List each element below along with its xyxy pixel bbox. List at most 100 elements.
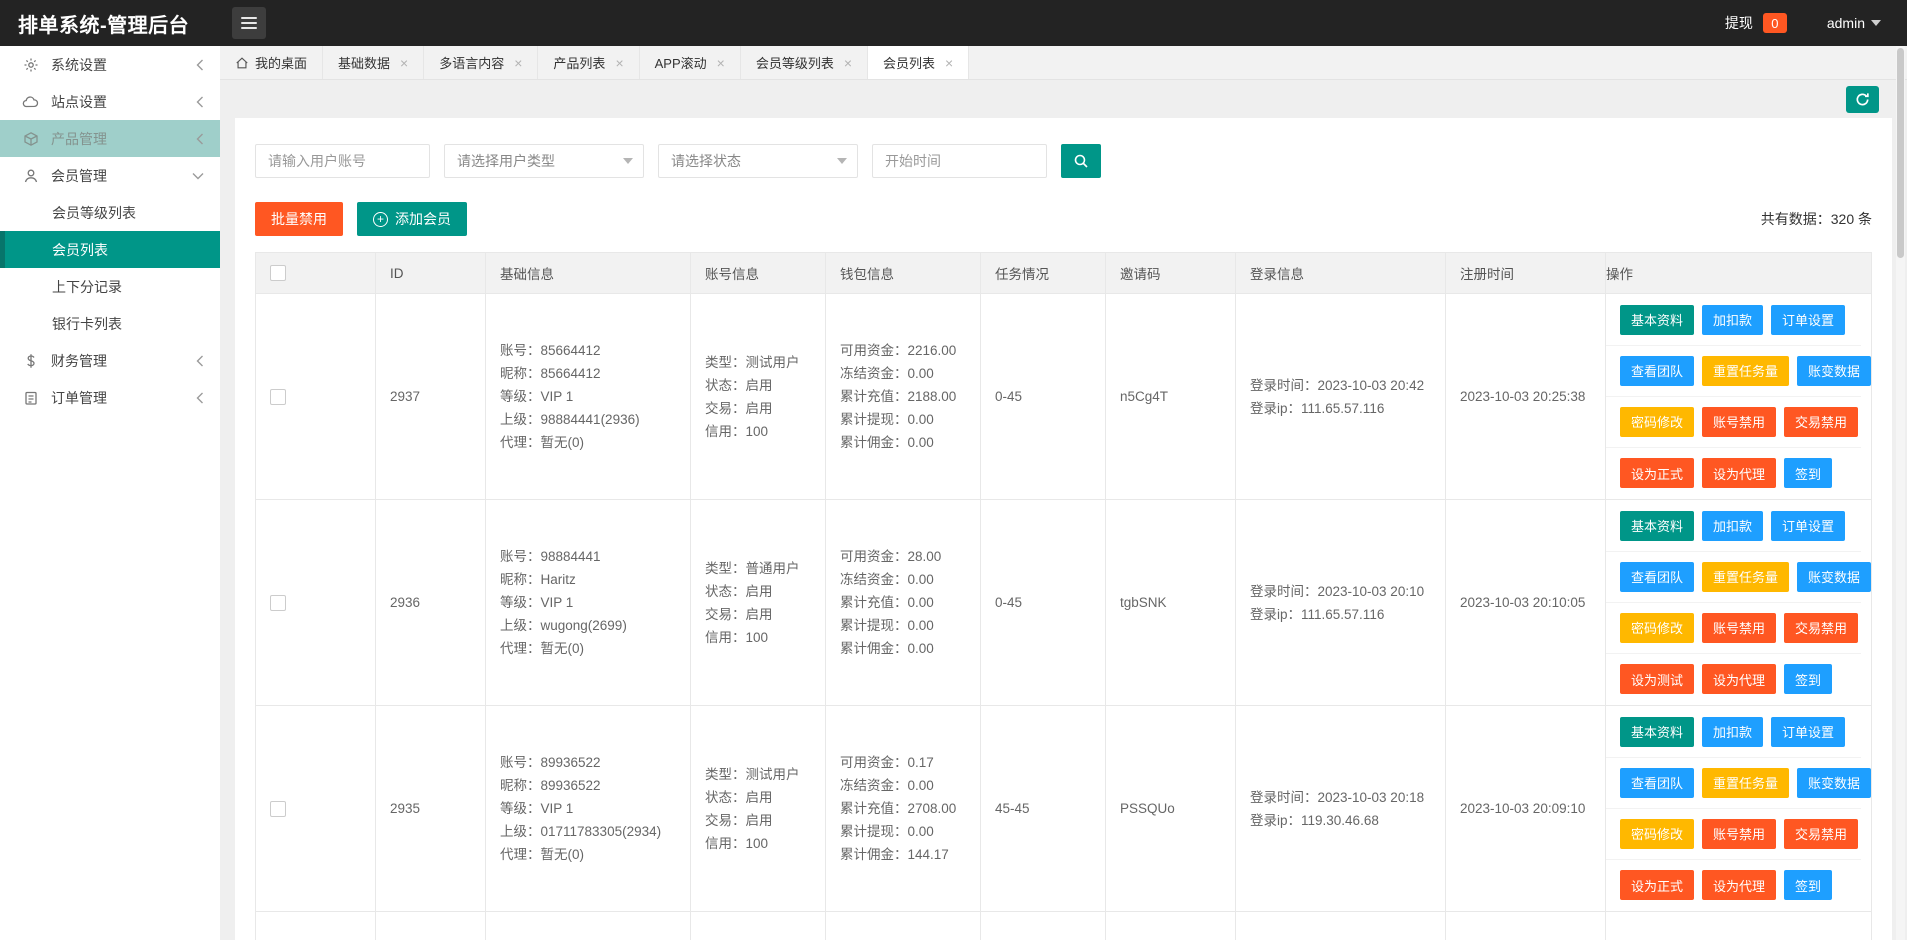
close-icon[interactable]: × <box>514 56 522 70</box>
login-info-cell: 登录时间：2023-10-03 20:42登录ip：111.65.57.116 <box>1236 294 1446 499</box>
tab-产品列表[interactable]: 产品列表× <box>538 46 639 79</box>
table-header-row: ID基础信息账号信息钱包信息任务情况邀请码登录信息注册时间操作 <box>256 253 1871 294</box>
start-time-input[interactable] <box>872 144 1047 178</box>
op-button-加扣款[interactable]: 加扣款 <box>1702 717 1763 747</box>
chevron-down-icon <box>623 158 633 164</box>
refresh-icon <box>1855 92 1870 107</box>
op-button-设为代理[interactable]: 设为代理 <box>1702 664 1776 694</box>
sidebar-subitem-上下分记录[interactable]: 上下分记录 <box>0 268 220 305</box>
op-button-订单设置[interactable]: 订单设置 <box>1771 305 1845 335</box>
op-button-交易禁用[interactable]: 交易禁用 <box>1784 819 1858 849</box>
search-button[interactable] <box>1061 144 1101 178</box>
close-icon[interactable]: × <box>945 56 953 70</box>
tab-多语言内容[interactable]: 多语言内容 × <box>424 46 538 79</box>
op-button-加扣款[interactable]: 加扣款 <box>1702 305 1763 335</box>
op-button-密码修改[interactable]: 密码修改 <box>1620 613 1694 643</box>
sidebar-item-财务管理[interactable]: 财务管理 <box>0 342 220 379</box>
info-line: 交易：启用 <box>705 397 825 420</box>
op-button-重置任务量[interactable]: 重置任务量 <box>1702 562 1789 592</box>
sidebar-item-站点设置[interactable]: 站点设置 <box>0 83 220 120</box>
row-checkbox[interactable] <box>270 389 286 405</box>
add-member-button[interactable]: + 添加会员 <box>357 202 467 236</box>
sidebar-item-系统设置[interactable]: 系统设置 <box>0 46 220 83</box>
scrollbar-thumb[interactable] <box>1897 48 1904 258</box>
add-member-label: 添加会员 <box>395 209 451 229</box>
sidebar-subitem-银行卡列表[interactable]: 银行卡列表 <box>0 305 220 342</box>
withdraw-count-badge[interactable]: 0 <box>1763 13 1787 33</box>
op-button-账号禁用[interactable]: 账号禁用 <box>1702 407 1776 437</box>
status-select[interactable]: 请选择状态 <box>658 144 858 178</box>
op-button-订单设置[interactable]: 订单设置 <box>1771 511 1845 541</box>
op-button-查看团队[interactable]: 查看团队 <box>1620 356 1694 386</box>
op-button-重置任务量[interactable]: 重置任务量 <box>1702 356 1789 386</box>
op-button-重置任务量[interactable]: 重置任务量 <box>1702 768 1789 798</box>
tab-APP滚动[interactable]: APP滚动× <box>640 46 741 79</box>
op-button-密码修改[interactable]: 密码修改 <box>1620 819 1694 849</box>
close-icon[interactable]: × <box>844 56 852 70</box>
sidebar-toggle-button[interactable] <box>232 7 266 39</box>
batch-disable-button[interactable]: 批量禁用 <box>255 202 343 236</box>
op-button-账号禁用[interactable]: 账号禁用 <box>1702 613 1776 643</box>
op-button-账变数据[interactable]: 账变数据 <box>1797 562 1871 592</box>
page-scrollbar <box>1896 46 1905 940</box>
op-button-设为正式[interactable]: 设为正式 <box>1620 458 1694 488</box>
close-icon[interactable]: × <box>400 56 408 70</box>
withdraw-link[interactable]: 提现 <box>1725 13 1753 33</box>
tab-会员列表[interactable]: 会员列表× <box>868 46 969 79</box>
home-icon <box>235 56 249 70</box>
info-line: 代理：暂无(0) <box>500 843 690 866</box>
tab-会员等级列表[interactable]: 会员等级列表× <box>741 46 868 79</box>
user-type-select-value: 请选择用户类型 <box>457 151 555 171</box>
user-menu[interactable]: admin <box>1827 15 1881 31</box>
plus-icon: + <box>373 212 388 227</box>
op-button-加扣款[interactable]: 加扣款 <box>1702 511 1763 541</box>
op-button-基本资料[interactable]: 基本资料 <box>1620 305 1694 335</box>
info-line: 等级：VIP 1 <box>500 797 690 820</box>
op-button-账变数据[interactable]: 账变数据 <box>1797 356 1871 386</box>
select-all-checkbox[interactable] <box>270 265 286 281</box>
op-button-基本资料[interactable]: 基本资料 <box>1620 511 1694 541</box>
close-icon[interactable]: × <box>615 56 623 70</box>
row-checkbox[interactable] <box>270 595 286 611</box>
info-line: 2935 <box>390 797 485 820</box>
table-row: 2937账号：85664412昵称：85664412等级：VIP 1上级：988… <box>256 294 1871 500</box>
op-button-交易禁用[interactable]: 交易禁用 <box>1784 613 1858 643</box>
refresh-button[interactable] <box>1846 86 1879 113</box>
sidebar-item-会员管理[interactable]: 会员管理 <box>0 157 220 194</box>
op-button-设为正式[interactable]: 设为正式 <box>1620 870 1694 900</box>
tab-我的桌面[interactable]: 我的桌面 <box>220 46 323 79</box>
info-line: 累计提现：0.00 <box>840 820 980 843</box>
id-cell <box>376 912 486 940</box>
close-icon[interactable]: × <box>717 56 725 70</box>
op-button-查看团队[interactable]: 查看团队 <box>1620 768 1694 798</box>
sidebar-item-产品管理[interactable]: 产品管理 <box>0 120 220 157</box>
tab-label: 多语言内容 <box>439 53 504 72</box>
op-button-交易禁用[interactable]: 交易禁用 <box>1784 407 1858 437</box>
info-line: 等级：VIP 1 <box>500 591 690 614</box>
row-checkbox-cell <box>256 500 376 705</box>
row-checkbox[interactable] <box>270 801 286 817</box>
op-button-签到[interactable]: 签到 <box>1784 870 1832 900</box>
op-button-设为代理[interactable]: 设为代理 <box>1702 458 1776 488</box>
column-header: 邀请码 <box>1106 253 1236 293</box>
info-line: 2937 <box>390 385 485 408</box>
tab-基础数据[interactable]: 基础数据× <box>323 46 424 79</box>
user-icon <box>22 167 39 184</box>
user-type-select[interactable]: 请选择用户类型 <box>444 144 644 178</box>
op-button-查看团队[interactable]: 查看团队 <box>1620 562 1694 592</box>
account-input[interactable] <box>255 144 430 178</box>
info-line: 登录ip：119.30.46.68 <box>1250 809 1445 832</box>
op-button-密码修改[interactable]: 密码修改 <box>1620 407 1694 437</box>
sidebar-subitem-会员等级列表[interactable]: 会员等级列表 <box>0 194 220 231</box>
op-button-订单设置[interactable]: 订单设置 <box>1771 717 1845 747</box>
op-button-设为测试[interactable]: 设为测试 <box>1620 664 1694 694</box>
sidebar-subitem-会员列表[interactable]: 会员列表 <box>0 231 220 268</box>
op-button-签到[interactable]: 签到 <box>1784 664 1832 694</box>
op-button-设为代理[interactable]: 设为代理 <box>1702 870 1776 900</box>
op-button-签到[interactable]: 签到 <box>1784 458 1832 488</box>
op-button-账号禁用[interactable]: 账号禁用 <box>1702 819 1776 849</box>
op-button-账变数据[interactable]: 账变数据 <box>1797 768 1871 798</box>
account-info-cell: 类型：测试用户状态：启用交易：启用信用：100 <box>691 706 826 911</box>
sidebar-item-订单管理[interactable]: 订单管理 <box>0 379 220 416</box>
op-button-基本资料[interactable]: 基本资料 <box>1620 717 1694 747</box>
